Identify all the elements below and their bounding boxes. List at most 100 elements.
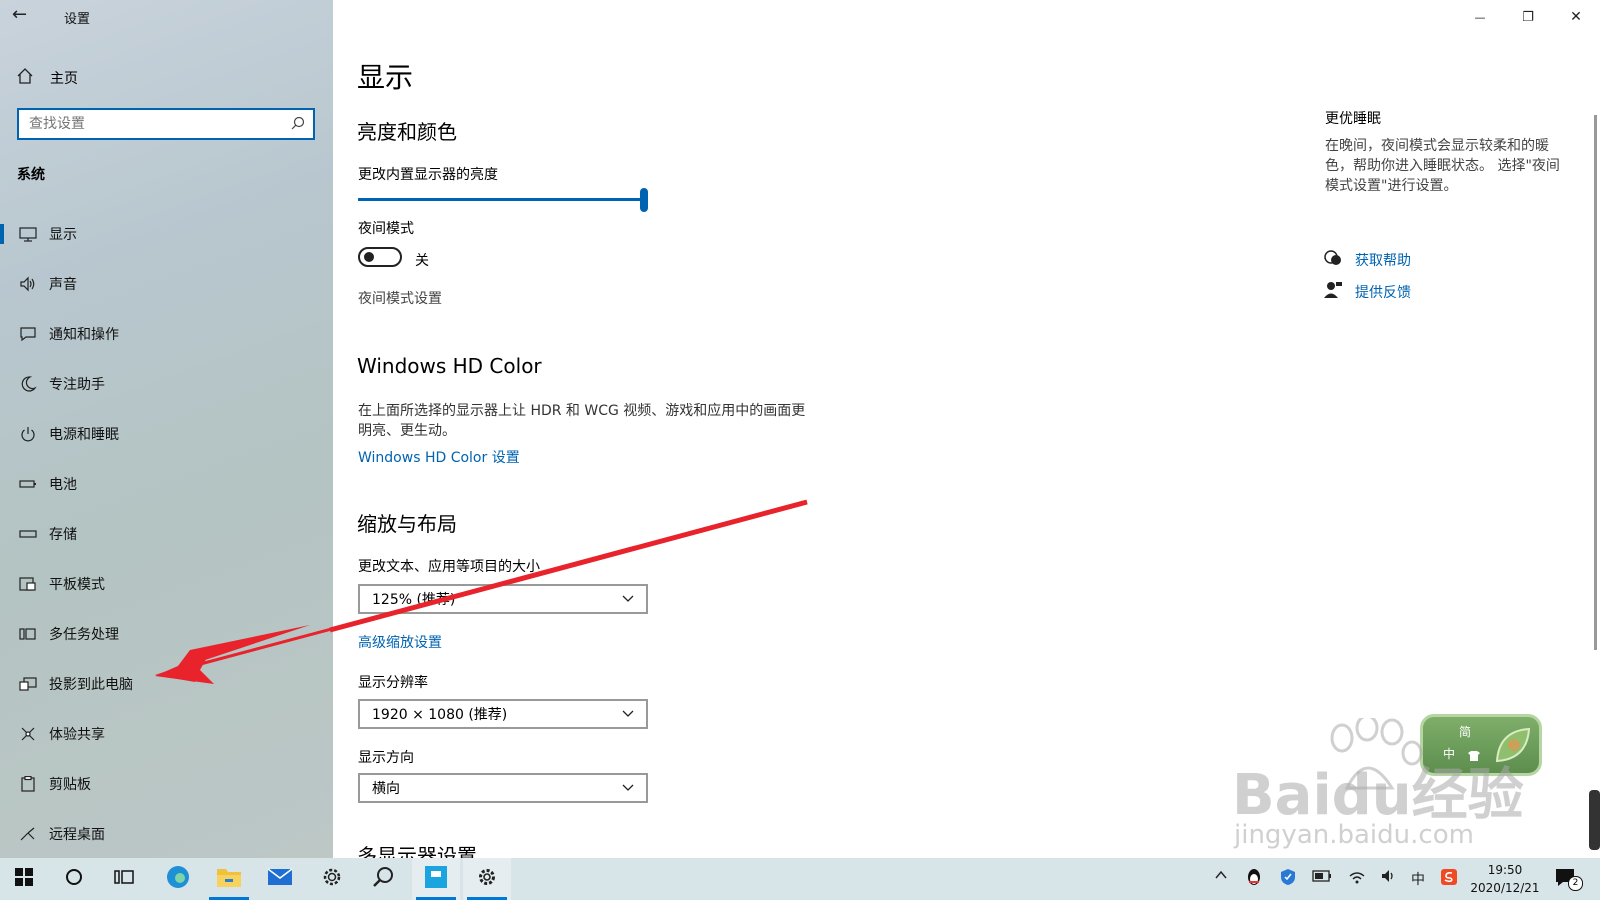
search-icon[interactable] [291,115,305,134]
multitask-icon [15,626,41,642]
back-button[interactable]: ← [12,4,36,28]
feedback-row[interactable]: 提供反馈 [1323,281,1411,303]
ime-simplified-label: 简 [1459,725,1472,739]
action-center-button[interactable]: 2 [1555,868,1583,892]
taskbar-active-app[interactable] [412,858,460,900]
sidebar-item-power[interactable]: 电源和睡眠 [0,414,333,454]
main-scrollbar[interactable] [1594,115,1597,650]
monitor-icon [15,226,41,242]
night-mode-toggle[interactable] [358,247,402,267]
search-box[interactable] [17,108,315,140]
night-mode-settings-link[interactable]: 夜间模式设置 [358,288,442,308]
search-button[interactable] [50,858,98,900]
resolution-label: 显示分辨率 [358,675,428,691]
sidebar-item-label: 远程桌面 [49,827,105,843]
watermark-text: Baidu经验 [1232,763,1524,828]
taskbar-settings-gear[interactable] [308,858,356,900]
brightness-heading: 亮度和颜色 [357,120,457,144]
sidebar-item-notifications[interactable]: 通知和操作 [0,314,333,354]
orientation-dropdown[interactable]: 横向 [358,773,648,803]
scale-layout-heading: 缩放与布局 [357,512,457,536]
back-arrow-icon: ← [12,4,28,25]
notification-icon [15,326,41,342]
close-button[interactable]: ✕ [1558,4,1594,30]
tray-ime-indicator[interactable]: 中 [1411,869,1425,889]
multi-display-heading-clip: 多显示器设置 [357,838,477,858]
sidebar-item-focus-assist[interactable]: 专注助手 [0,364,333,404]
resolution-value: 1920 × 1080 (推荐) [372,707,508,723]
resolution-dropdown[interactable]: 1920 × 1080 (推荐) [358,699,648,729]
tray-volume-icon[interactable] [1380,868,1398,888]
hd-color-heading: Windows HD Color [357,354,542,378]
home-nav-item[interactable]: 主页 [0,60,333,96]
storage-icon [15,526,41,542]
speaker-icon [15,276,41,292]
project-icon [15,676,41,692]
settings-gear-icon [476,866,498,892]
sidebar-item-display[interactable]: 显示 [0,214,333,254]
notification-count-badge: 2 [1568,876,1583,891]
taskbar-edge[interactable] [154,858,202,900]
sidebar-item-sound[interactable]: 声音 [0,264,333,304]
tray-battery-icon[interactable] [1312,870,1332,886]
hd-color-settings-link[interactable]: Windows HD Color 设置 [358,447,520,467]
sidebar-item-tablet-mode[interactable]: 平板模式 [0,564,333,604]
brightness-slider[interactable] [358,188,648,212]
right-panel-title: 更优睡眠 [1325,111,1381,127]
get-help-link[interactable]: 获取帮助 [1355,250,1411,270]
search-input[interactable] [27,115,291,133]
get-help-row[interactable]: 获取帮助 [1323,249,1411,271]
sidebar-item-label: 剪贴板 [49,777,91,793]
scale-value: 125% (推荐) [372,592,456,608]
taskbar-settings-open[interactable] [463,858,511,900]
hd-color-description-line2: 明亮、更生动。 [358,423,456,439]
taskbar-mail[interactable] [256,858,304,900]
advanced-scaling-link[interactable]: 高级缩放设置 [358,632,442,652]
sidebar-item-battery[interactable]: 电池 [0,464,333,504]
sidebar-item-project-to-pc[interactable]: 投影到此电脑 [0,664,333,704]
sidebar-item-remote-desktop[interactable]: 远程桌面 [0,814,333,854]
side-scroll-handle[interactable] [1589,790,1600,850]
task-view-button[interactable] [100,858,148,900]
sidebar-item-label: 存储 [49,527,77,543]
windows-logo-icon [15,868,33,890]
tray-sogou-icon[interactable] [1440,868,1458,890]
minimize-icon: — [1474,10,1486,24]
start-button[interactable] [0,858,48,900]
toggle-knob [364,252,374,262]
share-icon [15,726,41,742]
moon-icon [15,376,41,392]
sidebar-item-label: 声音 [49,277,77,293]
home-label: 主页 [50,71,78,87]
sidebar-item-label: 投影到此电脑 [49,677,133,693]
sidebar-item-label: 通知和操作 [49,327,119,343]
feedback-link[interactable]: 提供反馈 [1355,282,1411,302]
taskbar-search-app[interactable] [360,858,408,900]
chevron-down-icon [622,706,634,722]
sidebar-item-storage[interactable]: 存储 [0,514,333,554]
tray-clock[interactable]: 19:50 2020/12/21 [1466,861,1544,897]
taskbar: 中 19:50 2020/12/21 2 [0,858,1600,900]
slider-thumb[interactable] [640,188,648,212]
tablet-icon [15,576,41,592]
restore-button[interactable]: ❐ [1510,4,1546,30]
page-title: 显示 [357,61,414,94]
sidebar-item-label: 平板模式 [49,577,105,593]
sidebar-item-shared-experiences[interactable]: 体验共享 [0,714,333,754]
gear-icon [320,865,344,893]
orientation-label: 显示方向 [358,750,414,766]
scale-dropdown[interactable]: 125% (推荐) [358,584,648,614]
scale-label: 更改文本、应用等项目的大小 [358,559,540,575]
multi-display-heading: 多显示器设置 [357,844,477,858]
home-icon [16,67,36,89]
tray-chevron-up-icon[interactable] [1214,868,1228,886]
cortana-circle-icon [65,868,83,890]
tray-wifi-icon[interactable] [1348,868,1366,888]
close-icon: ✕ [1570,9,1582,25]
sidebar-item-clipboard[interactable]: 剪贴板 [0,764,333,804]
tray-security-shield-icon[interactable] [1280,868,1296,890]
minimize-button[interactable]: — [1462,4,1498,30]
sidebar-item-multitasking[interactable]: 多任务处理 [0,614,333,654]
taskbar-file-explorer[interactable] [205,858,253,900]
tray-qq-penguin-icon[interactable] [1246,868,1262,890]
